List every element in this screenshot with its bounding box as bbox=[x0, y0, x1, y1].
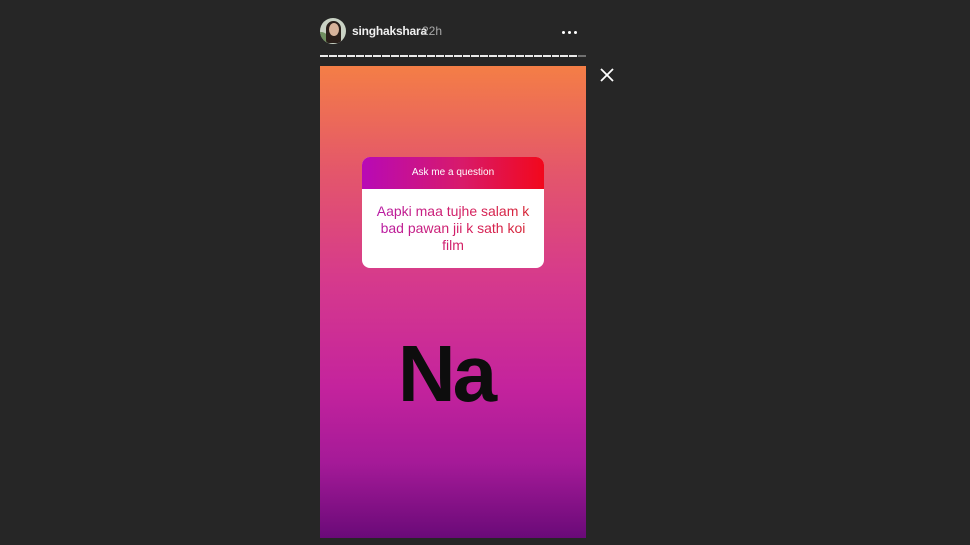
progress-segment bbox=[328, 55, 337, 57]
progress-segment bbox=[426, 55, 435, 57]
progress-segment bbox=[560, 55, 569, 57]
progress-segment bbox=[444, 55, 453, 57]
progress-segment bbox=[498, 55, 507, 57]
avatar[interactable] bbox=[320, 18, 346, 44]
progress-segment bbox=[346, 55, 355, 57]
progress-segment bbox=[462, 55, 471, 57]
question-sticker-text: Aapki maa tujhe salam k bad pawan jii k … bbox=[362, 189, 544, 254]
progress-segment bbox=[435, 55, 444, 57]
more-options-icon-dot bbox=[568, 31, 571, 34]
username-link[interactable]: singhakshara bbox=[352, 24, 427, 38]
progress-segment bbox=[417, 55, 426, 57]
more-options-icon bbox=[562, 31, 565, 34]
progress-segment bbox=[382, 55, 391, 57]
question-sticker: Ask me a question Aapki maa tujhe salam … bbox=[362, 157, 544, 268]
progress-segment bbox=[578, 55, 587, 57]
progress-segment bbox=[533, 55, 542, 57]
progress-segment bbox=[320, 55, 328, 57]
progress-segment bbox=[507, 55, 515, 57]
progress-segment bbox=[409, 55, 417, 57]
progress-segment bbox=[515, 55, 524, 57]
close-button[interactable] bbox=[598, 66, 616, 84]
progress-segment bbox=[569, 55, 578, 57]
story-header: singhakshara 22h bbox=[320, 18, 586, 46]
post-time: 22h bbox=[422, 24, 443, 38]
story-frame[interactable]: Ask me a question Aapki maa tujhe salam … bbox=[320, 66, 586, 538]
progress-segment bbox=[524, 55, 533, 57]
progress-segment bbox=[551, 55, 560, 57]
progress-segment bbox=[391, 55, 400, 57]
close-icon bbox=[600, 68, 614, 82]
progress-segment bbox=[480, 55, 489, 57]
progress-segment bbox=[400, 55, 409, 57]
story-progress-bar bbox=[320, 55, 587, 57]
progress-segment bbox=[489, 55, 498, 57]
progress-segment bbox=[337, 55, 346, 57]
progress-segment bbox=[364, 55, 373, 57]
more-options-icon-dot bbox=[574, 31, 577, 34]
avatar-face bbox=[329, 23, 339, 36]
progress-segment bbox=[453, 55, 462, 57]
question-sticker-title: Ask me a question bbox=[362, 157, 544, 189]
answer-text: Na bbox=[397, 329, 497, 418]
more-options-button[interactable] bbox=[560, 22, 580, 42]
progress-segment bbox=[542, 55, 551, 57]
progress-segment bbox=[471, 55, 480, 57]
progress-segment bbox=[373, 55, 382, 57]
progress-segment bbox=[355, 55, 364, 57]
